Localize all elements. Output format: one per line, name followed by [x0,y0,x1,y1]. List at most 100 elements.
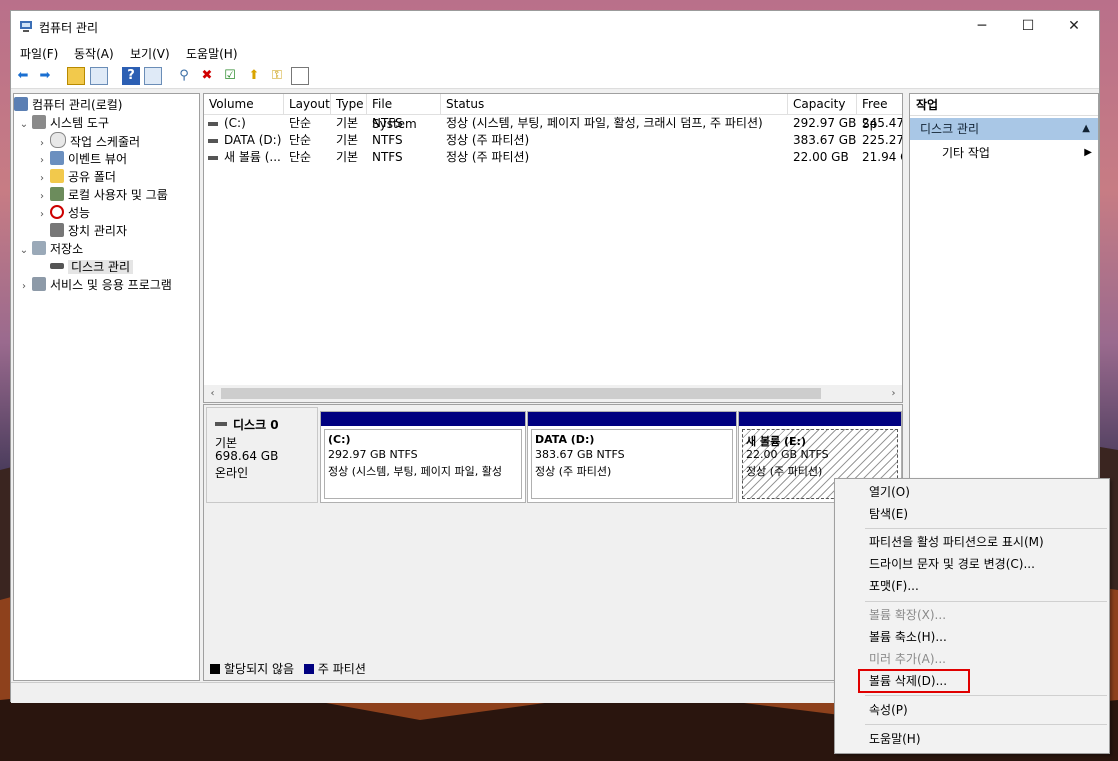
disk-size: 698.64 GB [215,449,279,463]
device-manager-icon [50,223,64,237]
connect-icon[interactable]: ⚲ [175,67,193,85]
disk-name: 디스크 0 [215,416,279,433]
chevron-right-icon[interactable]: › [16,278,32,296]
close-button[interactable]: ✕ [1051,11,1097,41]
column-capacity[interactable]: Capacity [788,94,857,114]
back-arrow-icon[interactable]: ⬅ [14,67,32,85]
disk-icon [50,263,64,269]
tree-item-services-apps[interactable]: › 서비스 및 응용 프로그램 [16,276,172,294]
tree-item-task-scheduler[interactable]: › 작업 스케줄러 [34,132,140,150]
partition-c[interactable]: (C:) 292.97 GB NTFS 정상 (시스템, 부팅, 페이지 파일,… [320,411,526,503]
export-icon[interactable]: ⬆ [245,67,263,85]
volume-list-header: Volume Layout Type File System Status Ca… [204,94,902,131]
help-icon[interactable]: ? [122,67,140,85]
minimize-button[interactable]: ─ [959,11,1005,41]
navigation-tree: 컴퓨터 관리(로컬) ⌄ 시스템 도구 › 작업 스케줄러 › 이벤트 뷰어 › 공유 … [13,93,200,681]
tree-item-disk-management[interactable]: 디스크 관리 [50,258,134,276]
scroll-left-icon[interactable]: ‹ [204,385,221,402]
properties-icon[interactable]: ☑ [221,67,239,85]
menu-item-change-drive-letter[interactable]: 드라이브 문자 및 경로 변경(C)... [869,554,1035,574]
menu-view[interactable]: 보기(V) [130,45,170,62]
menu-item-shrink-volume[interactable]: 볼륨 축소(H)... [869,627,947,647]
submenu-arrow-icon[interactable]: ▶ [1084,142,1092,164]
title-bar: 컴퓨터 관리 ─ ☐ ✕ [11,11,1099,41]
menu-item-format[interactable]: 포맷(F)... [869,576,919,596]
partition-d[interactable]: DATA (D:) 383.67 GB NTFS 정상 (주 파티션) [527,411,737,503]
menu-separator [865,601,1107,602]
disk-icon [215,422,227,426]
tree-item-event-viewer[interactable]: › 이벤트 뷰어 [34,150,127,168]
maximize-button[interactable]: ☐ [1005,11,1051,41]
actions-section-disk-management[interactable]: 디스크 관리 ▲ [910,118,1098,140]
chevron-down-icon[interactable]: ⌄ [16,242,32,260]
delete-icon[interactable]: ✖ [198,67,216,85]
table-row[interactable]: 새 볼륨 (... 단순 기본 NTFS 정상 (주 파티션) 22.00 GB… [204,149,902,166]
toolbar: ⬅ ➡ ? ⚲ ✖ ☑ ⬆ ⚿ [11,63,1099,89]
table-row[interactable]: DATA (D:) 단순 기본 NTFS 정상 (주 파티션) 383.67 G… [204,132,902,149]
column-free-space[interactable]: Free Sp [857,94,902,131]
view-icon[interactable] [291,67,309,85]
more-actions[interactable]: 기타 작업 [942,142,990,164]
menu-item-help[interactable]: 도움말(H) [869,729,921,749]
menu-separator [865,528,1107,529]
menu-item-properties[interactable]: 속성(P) [869,700,908,720]
users-icon [50,187,64,201]
menu-item-open[interactable]: 열기(O) [869,482,910,502]
search-icon[interactable]: ⚿ [268,67,286,85]
tree-item-shared-folders[interactable]: › 공유 폴더 [34,168,116,186]
column-type[interactable]: Type [331,94,367,114]
column-volume[interactable]: Volume [204,94,284,114]
menu-file[interactable]: 파일(F) [20,45,58,62]
actions-pane: 작업 디스크 관리 ▲ 기타 작업 ▶ [909,93,1099,481]
menu-item-extend-volume: 볼륨 확장(X)... [869,608,947,622]
tree-item-storage[interactable]: ⌄ 저장소 [16,240,83,258]
disk-0-label[interactable]: 디스크 0 기본 698.64 GB 온라인 [206,407,318,503]
disk-graphical-view: 디스크 0 기본 698.64 GB 온라인 (C:) 292.97 GB NT… [203,404,903,681]
shared-folder-icon [50,169,64,183]
primary-partition-bar [528,412,736,426]
menu-action[interactable]: 동작(A) [74,45,114,62]
collapse-up-icon[interactable]: ▲ [1082,118,1090,140]
volume-icon [208,139,218,143]
scroll-right-icon[interactable]: › [885,385,902,402]
disk-state: 온라인 [215,466,249,480]
chevron-right-icon[interactable]: › [34,206,50,224]
horizontal-scrollbar[interactable]: ‹ › [204,385,902,402]
menu-item-explore[interactable]: 탐색(E) [869,504,908,524]
menu-help[interactable]: 도움말(H) [186,45,238,62]
chevron-down-icon[interactable]: ⌄ [16,116,32,134]
tree-item-root[interactable]: 컴퓨터 관리(로컬) [14,96,122,114]
show-action-pane-icon[interactable] [144,67,162,85]
table-row[interactable]: (C:) 단순 기본 NTFS 정상 (시스템, 부팅, 페이지 파일, 활성,… [204,115,902,132]
storage-icon [32,241,46,255]
menu-item-add-mirror: 미러 추가(A)... [869,652,946,666]
performance-icon [50,205,64,219]
menu-separator [865,695,1107,696]
primary-swatch [303,664,314,674]
up-folder-icon[interactable] [67,67,85,85]
show-hide-tree-icon[interactable] [90,67,108,85]
computer-management-icon [20,21,32,32]
computer-icon [14,97,28,111]
unallocated-swatch [210,664,220,674]
actions-header: 작업 [910,94,1098,116]
column-layout[interactable]: Layout [284,94,331,114]
forward-arrow-icon[interactable]: ➡ [36,67,54,85]
tree-item-performance[interactable]: › 성능 [34,204,90,222]
primary-partition-bar [321,412,525,426]
volume-icon [208,122,218,126]
menu-item-mark-active[interactable]: 파티션을 활성 파티션으로 표시(M) [869,532,1044,552]
delete-volume-highlight-box [858,669,970,693]
menu-bar: 파일(F) 동작(A) 보기(V) 도움말(H) [11,41,1099,63]
column-status[interactable]: Status [441,94,788,114]
scrollbar-thumb[interactable] [221,388,821,399]
tree-item-device-manager[interactable]: 장치 관리자 [50,222,127,240]
context-menu: 열기(O) 탐색(E) 파티션을 활성 파티션으로 표시(M) 드라이브 문자 … [834,478,1110,754]
menu-separator [865,724,1107,725]
column-file-system[interactable]: File System [367,94,441,131]
window-title: 컴퓨터 관리 [39,21,99,35]
tree-item-system-tools[interactable]: ⌄ 시스템 도구 [16,114,109,132]
tree-item-local-users[interactable]: › 로컬 사용자 및 그룹 [34,186,168,204]
volume-list: Volume Layout Type File System Status Ca… [203,93,903,403]
volume-icon [208,156,218,160]
